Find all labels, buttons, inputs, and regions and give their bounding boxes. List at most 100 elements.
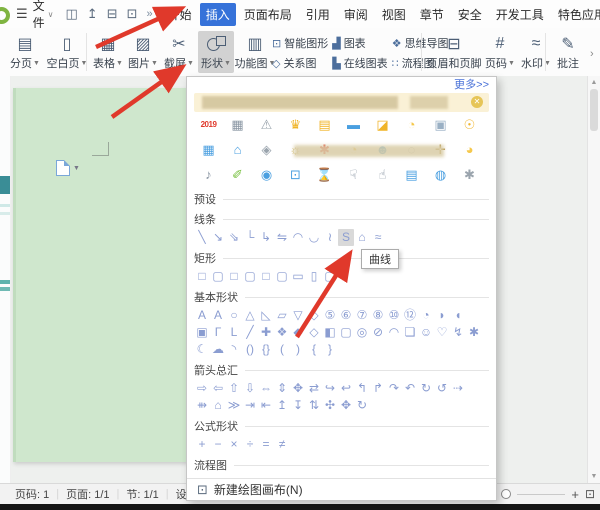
shape-arc[interactable]: ◝ — [226, 341, 242, 358]
promo-presentation-board-icon[interactable]: ▬ — [339, 117, 368, 132]
shapes-caret-icon[interactable]: ▼ — [224, 60, 231, 67]
shape-left-arrow-callout[interactable]: ⇤ — [258, 397, 274, 414]
shape-round-single-corner-rectangle[interactable]: ▢ — [274, 268, 290, 285]
tab-featured-apps[interactable]: 特色应用 — [552, 3, 600, 26]
shape-curved-left-arrow[interactable]: ↶ — [402, 380, 418, 397]
shape-curved-down-arrow[interactable]: ↺ — [434, 380, 450, 397]
shape-arc-block[interactable]: ◠ — [386, 324, 402, 341]
shape-down-arrow[interactable]: ⇩ — [242, 380, 258, 397]
page-number-button[interactable]: # 页码 ▼ — [482, 31, 518, 73]
shape-octagon[interactable]: ⑧ — [370, 307, 386, 324]
status-page-count[interactable]: 页面: 1/1 — [59, 486, 116, 502]
shape-up-arrow[interactable]: ⇧ — [226, 380, 242, 397]
shape-cloud[interactable]: ☁ — [210, 341, 226, 358]
promo-pie-chart-icon[interactable]: ◔ — [397, 117, 426, 132]
shapes-button[interactable]: 形状 ▼ — [198, 31, 234, 73]
promo-thumbs-down-icon[interactable]: ☟ — [339, 167, 368, 183]
shape-pentagon[interactable]: ⑤ — [322, 307, 338, 324]
ribbon-expand-icon[interactable]: › — [590, 48, 594, 60]
shape-round-diagonal-corner-rectangle[interactable]: ▯ — [306, 268, 322, 285]
shape-up-down-arrow[interactable]: ⇕ — [274, 380, 290, 397]
shape-smiley-face[interactable]: ☺ — [418, 324, 434, 341]
status-section-count[interactable]: 节: 1/1 — [119, 486, 165, 502]
shape-quad-arrow[interactable]: ✥ — [290, 380, 306, 397]
page-break-caret-icon[interactable]: ▼ — [33, 60, 40, 67]
tab-security[interactable]: 安全 — [452, 3, 488, 26]
zoom-in-button[interactable]: + — [571, 487, 579, 502]
shape-rounded-rectangle[interactable]: ▢ — [210, 268, 226, 285]
table-caret-icon[interactable]: ▼ — [116, 60, 123, 67]
shape-freeform[interactable]: ⌂ — [354, 229, 370, 246]
promo-location-pin-icon[interactable]: ◍ — [426, 167, 455, 183]
shape-line[interactable]: ╲ — [194, 229, 210, 246]
promo-document-icon[interactable]: ▤ — [397, 167, 426, 183]
shape-quad-arrow-callout[interactable]: ✣ — [322, 397, 338, 414]
shape-curved-double-arrow-connector[interactable]: ≀ — [322, 229, 338, 246]
shape-pie[interactable]: ◔ — [418, 307, 434, 324]
shape-elbow-double-arrow-connector[interactable]: ⇋ — [274, 229, 290, 246]
shape-left-right-up-arrow[interactable]: ⇄ — [306, 380, 322, 397]
shape-curved-connector[interactable]: ◠ — [290, 229, 306, 246]
shape-decagon[interactable]: ⑩ — [386, 307, 402, 324]
shape-right-brace[interactable]: } — [322, 341, 338, 358]
shape-double-arrow[interactable]: ⇘ — [226, 229, 242, 246]
shape-bent-arrow[interactable]: ↪ — [322, 380, 338, 397]
smart-graphics-button[interactable]: ⊡ 智能图形 — [272, 35, 328, 51]
shape-frame[interactable]: ▣ — [194, 324, 210, 341]
shape-snip-diagonal-corner-rectangle[interactable]: □ — [258, 268, 274, 285]
more-shapes-link[interactable]: 更多>> — [194, 79, 489, 92]
shape-hook-arrow[interactable]: ↻ — [354, 397, 370, 414]
shape-round-top-corner-rectangle[interactable]: ▢ — [322, 268, 338, 285]
shape-left-arrow[interactable]: ⇦ — [210, 380, 226, 397]
shape-bevel[interactable]: ◧ — [322, 324, 338, 341]
shape-not-equal-sign[interactable]: ≠ — [274, 436, 290, 453]
shape-elbow-arrow-connector[interactable]: ↳ — [258, 229, 274, 246]
shape-moon[interactable]: ☾ — [194, 341, 210, 358]
header-footer-button[interactable]: ⊟ 页眉和页脚 — [426, 31, 482, 73]
shape-double-brace[interactable]: {} — [258, 341, 274, 358]
scroll-up-icon[interactable]: ▲ — [591, 79, 598, 86]
shape-bent-up-arrow[interactable]: ↱ — [370, 380, 386, 397]
promo-hexagon-badge-icon[interactable]: ◉ — [252, 167, 281, 183]
shape-vertical-text-box[interactable]: A — [210, 307, 226, 324]
shape-heart[interactable]: ♡ — [434, 324, 450, 341]
new-drawing-canvas-button[interactable]: ⊡ 新建绘图画布(N) — [187, 478, 496, 500]
zoom-slider-track[interactable] — [517, 493, 566, 495]
table-button[interactable]: ▦ 表格 ▼ — [90, 31, 126, 73]
shape-u-turn-arrow[interactable]: ↩ — [338, 380, 354, 397]
tab-page-layout[interactable]: 页面布局 — [238, 3, 298, 26]
shape-striped-right-arrow[interactable]: ⇢ — [450, 380, 466, 397]
shape-left-brace[interactable]: { — [306, 341, 322, 358]
promo-2019-badge-icon[interactable]: 2019 — [194, 120, 223, 129]
shape-diamond[interactable]: ◇ — [306, 307, 322, 324]
shape-folded-corner[interactable]: ❏ — [402, 324, 418, 341]
shape-teardrop[interactable]: ◗ — [434, 307, 450, 324]
shape-notched-right-arrow[interactable]: ⇻ — [194, 397, 210, 414]
banner-close-icon[interactable]: ✕ — [471, 96, 483, 108]
promo-notebook-icon[interactable]: ▤ — [310, 117, 339, 133]
shape-left-right-arrow[interactable]: ⇔ — [258, 380, 274, 397]
file-menu-caret-icon[interactable]: ∨ — [48, 10, 54, 19]
shape-right-bracket[interactable]: ) — [290, 341, 306, 358]
shape-picture-frame[interactable]: ▢ — [338, 324, 354, 341]
paste-options-caret-icon[interactable]: ▼ — [73, 165, 80, 172]
page-number-caret-icon[interactable]: ▼ — [508, 60, 515, 67]
zoom-slider-knob[interactable] — [501, 489, 512, 499]
shape-rectangle[interactable]: □ — [194, 268, 210, 285]
shape-curved-right-arrow[interactable]: ↷ — [386, 380, 402, 397]
promo-mouse-icon[interactable]: ✐ — [223, 167, 252, 183]
shape-hexagon[interactable]: ⑥ — [338, 307, 354, 324]
promo-chat-bubbles-icon[interactable]: ⊡ — [281, 167, 310, 183]
shape-up-arrow-callout[interactable]: ↥ — [274, 397, 290, 414]
shape-parallelogram[interactable]: ▱ — [274, 307, 290, 324]
promo-hourglass-icon[interactable]: ⌛ — [310, 167, 339, 183]
shape-double-bracket[interactable]: () — [242, 341, 258, 358]
shape-cube[interactable]: ◇ — [306, 324, 322, 341]
tab-review[interactable]: 审阅 — [338, 3, 374, 26]
quickbar-more-icon[interactable]: » — [147, 8, 153, 20]
shape-octagon-solid[interactable]: ◆ — [290, 324, 306, 341]
shape-divide-sign[interactable]: ÷ — [242, 436, 258, 453]
shape-curved-up-arrow[interactable]: ↻ — [418, 380, 434, 397]
promo-podium-icon[interactable]: ▦ — [223, 117, 252, 133]
comment-button[interactable]: ✎ 批注 — [550, 31, 586, 73]
